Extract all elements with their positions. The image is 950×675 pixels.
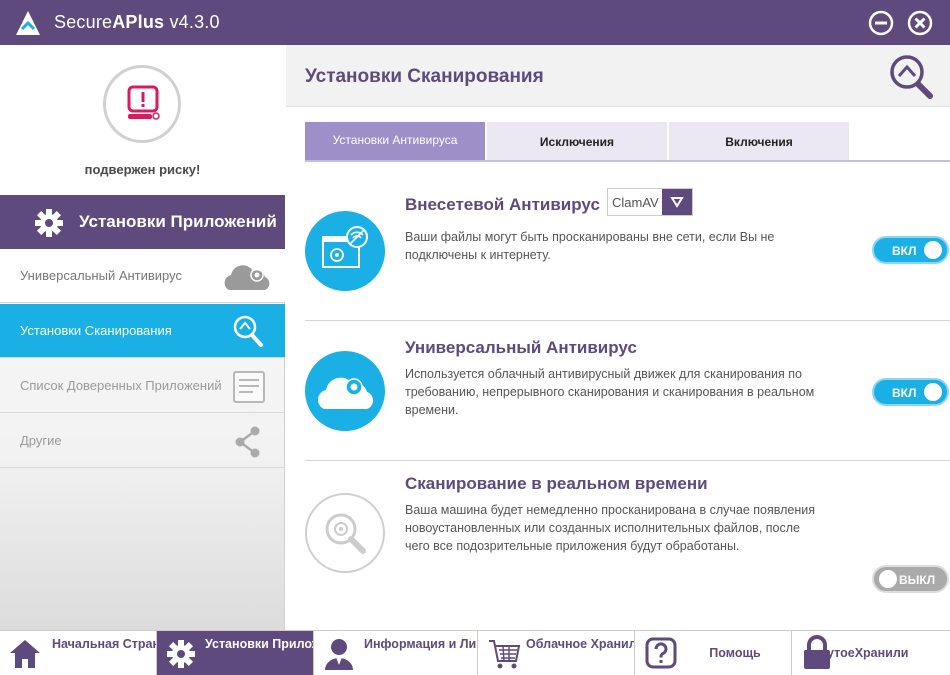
realtime-scan-icon-circle <box>305 493 385 573</box>
nav-help[interactable]: Помощь <box>635 631 792 675</box>
nav-app-settings[interactable]: Установки Приложений <box>157 631 314 675</box>
toggle-knob <box>924 241 942 259</box>
offline-scan-icon <box>322 226 368 268</box>
sidebar-item-label: Другие <box>20 433 62 448</box>
settings-tabs: Установки Антивируса Исключения Включени… <box>305 122 849 160</box>
section-description: Используется облачный антивирусный движе… <box>405 367 815 417</box>
magnifier-icon <box>325 513 366 554</box>
search-icon <box>233 315 263 347</box>
status-text: подвержен риску! <box>84 162 201 177</box>
tab-exclusions[interactable]: Исключения <box>487 122 667 160</box>
offline-antivirus-toggle[interactable]: ВКЛ <box>872 236 949 264</box>
engine-select[interactable]: ClamAV <box>607 188 693 216</box>
nav-cloud-storage[interactable]: Облачное Хранилище <box>478 631 635 675</box>
sidebar-header: Установки Приложений <box>0 195 285 249</box>
nav-label: Начальная Страница <box>52 637 156 651</box>
section-divider <box>305 460 950 461</box>
sidebar-item-label: Установки Сканирования <box>20 323 172 338</box>
sidebar-item-trusted-apps[interactable]: Список Доверенных Приложений <box>0 359 285 413</box>
nav-locked-storage[interactable]: мкнутоеХранили <box>792 631 950 675</box>
sidebar: подвержен риску! Установки Приложений Ун… <box>0 45 285 630</box>
tab-inclusions[interactable]: Включения <box>669 122 849 160</box>
nav-label: Помощь <box>709 646 761 660</box>
nav-label: Установки Приложений <box>205 637 313 651</box>
page-title: Установки Сканирования <box>305 66 544 87</box>
user-icon <box>325 639 353 670</box>
sidebar-item-label: Список Доверенных Приложений <box>20 378 222 393</box>
app-title: SecureAPlus v4.3.0 <box>54 12 220 32</box>
close-icon[interactable] <box>907 10 933 36</box>
offline-scan-icon-circle <box>305 211 385 291</box>
sidebar-header-label: Установки Приложений <box>79 212 277 231</box>
chevron-down-icon <box>662 189 692 215</box>
bottom-navigation: Начальная Страница Установки Приложений <box>0 630 950 675</box>
minimize-icon[interactable] <box>868 10 894 36</box>
title-bar: SecureAPlus v4.3.0 <box>0 0 950 45</box>
toggle-label: ВКЛ <box>892 386 917 400</box>
offline-antivirus-section: Внесетевой Антивирус ClamAV Ваши файлы м… <box>305 188 950 318</box>
main-panel: Установки Сканирования Установки Антивир… <box>286 45 950 630</box>
main-header: Установки Сканирования <box>286 45 950 107</box>
toggle-knob <box>924 383 942 401</box>
search-icon[interactable] <box>888 53 934 101</box>
section-description: Ваша машина будет немедленно просканиров… <box>405 503 815 553</box>
nav-label: Облачное Хранилище <box>526 637 634 651</box>
toggle-label: ВКЛ <box>892 244 917 258</box>
tab-underline <box>305 160 950 162</box>
secureaplus-logo-icon <box>16 11 40 35</box>
help-icon <box>645 637 677 669</box>
cloud-icon <box>317 377 374 409</box>
section-divider <box>305 320 950 321</box>
tab-antivirus-settings[interactable]: Установки Антивируса <box>305 122 485 160</box>
nav-label: Информация и Лицензии <box>364 637 477 651</box>
cloud-scan-icon-circle <box>305 351 385 431</box>
section-title: Внесетевой Антивирус <box>405 195 600 214</box>
section-title: Универсальный Антивирус <box>405 338 637 357</box>
sidebar-item-universal-antivirus[interactable]: Универсальный Антивирус <box>0 249 285 303</box>
realtime-scan-toggle[interactable]: ВЫКЛ <box>872 565 949 593</box>
protection-status: подвержен риску! <box>0 45 285 195</box>
toggle-label: ВЫКЛ <box>899 573 936 587</box>
app-window: SecureAPlus v4.3.0 подвержен риску! Уста… <box>0 0 950 675</box>
nav-label: мкнутоеХранили <box>804 646 909 660</box>
gear-icon <box>35 209 63 237</box>
universal-antivirus-section: Универсальный Антивирус Используется обл… <box>305 330 950 460</box>
computer-alert-icon <box>127 85 160 120</box>
sidebar-item-label: Универсальный Антивирус <box>20 268 182 283</box>
document-icon <box>233 371 265 403</box>
cart-icon <box>489 640 521 669</box>
section-description: Ваши файлы могут быть просканированы вне… <box>405 230 775 262</box>
nav-info-licenses[interactable]: Информация и Лицензии <box>314 631 478 675</box>
home-icon <box>10 640 40 668</box>
section-title: Сканирование в реальном времени <box>405 474 708 493</box>
toggle-knob <box>879 570 897 588</box>
engine-select-value: ClamAV <box>612 195 659 210</box>
universal-antivirus-toggle[interactable]: ВКЛ <box>872 378 949 406</box>
nav-home[interactable]: Начальная Страница <box>0 631 157 675</box>
realtime-scan-section: Сканирование в реальном времени Ваша маш… <box>305 465 950 595</box>
share-icon <box>235 426 260 458</box>
sidebar-item-others[interactable]: Другие <box>0 414 285 468</box>
sidebar-item-scan-settings[interactable]: Установки Сканирования <box>0 304 285 358</box>
cloud-icon <box>224 265 270 290</box>
status-indicator <box>103 65 181 143</box>
gear-icon <box>167 640 195 668</box>
